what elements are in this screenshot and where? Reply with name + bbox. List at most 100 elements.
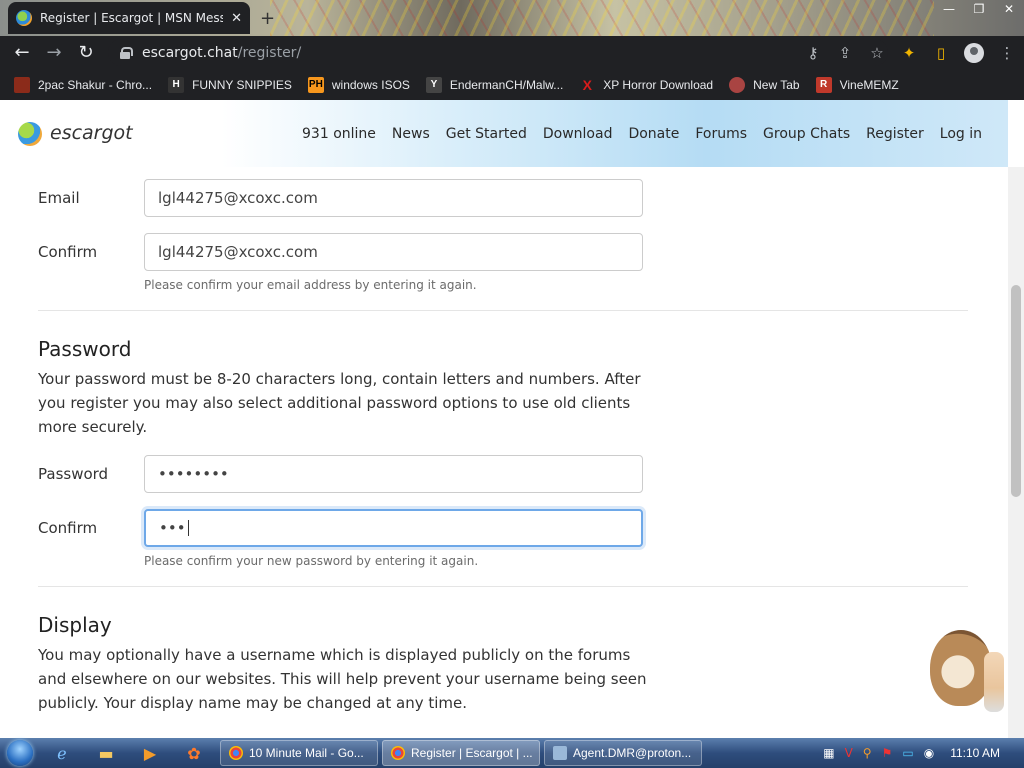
windows-taskbar: ℯ ▬ ▶ ✿ 10 Minute Mail - Go... Register … [0, 738, 1024, 768]
confirm-email-help: Please confirm your email address by ent… [144, 278, 477, 292]
display-description: You may optionally have a username which… [38, 646, 647, 712]
scrollbar-thumb[interactable] [1011, 285, 1021, 497]
bookmark-item[interactable]: 2pac Shakur - Chro... [14, 76, 152, 93]
close-window-icon[interactable]: ✕ [994, 0, 1024, 18]
bookmark-item[interactable]: R VineMEMZ [815, 76, 899, 93]
nav-news[interactable]: News [392, 126, 430, 142]
password-field[interactable]: •••••••• [144, 455, 643, 493]
star-icon[interactable]: ☆ [868, 44, 886, 62]
forward-arrow-icon[interactable]: → [38, 42, 70, 63]
bookmark-item[interactable]: Y EndermanCH/Malw... [425, 76, 563, 93]
close-tab-icon[interactable]: ✕ [231, 11, 242, 26]
bookmark-page-icon [14, 76, 30, 93]
tab-title: Register | Escargot | MSN Messe [40, 11, 224, 25]
profile-avatar-icon[interactable] [964, 42, 984, 63]
address-bar[interactable]: escargot.chat/register/ [108, 39, 888, 66]
email-label: Email [38, 189, 80, 207]
confirm-password-value: ••• [159, 519, 186, 537]
url-host: escargot.chat [142, 44, 238, 61]
password-row: Password •••••••• [38, 455, 643, 493]
taskbar-item-10-minute-mail[interactable]: 10 Minute Mail - Go... [220, 740, 378, 766]
bookmark-x-icon: X [582, 76, 592, 93]
key-icon[interactable]: ⚷ [804, 44, 822, 62]
nav-donate[interactable]: Donate [628, 126, 679, 142]
browser-tab-register[interactable]: Register | Escargot | MSN Messe ✕ [8, 2, 250, 34]
page-scrollbar[interactable] [1008, 167, 1024, 738]
extensions-puzzle-icon[interactable]: ✦ [900, 44, 918, 62]
site-logo[interactable]: escargot [50, 122, 133, 144]
nav-register[interactable]: Register [866, 126, 924, 142]
bookmark-item[interactable]: H FUNNY SNIPPIES [168, 76, 292, 93]
tray-search-icon[interactable]: ⚲ [863, 746, 872, 760]
desktop-hamster-mascot [924, 616, 1008, 716]
bookmarks-bar: 2pac Shakur - Chro... H FUNNY SNIPPIES PH… [0, 69, 1024, 100]
email-field[interactable]: lgl44275@xcoxc.com [144, 179, 643, 217]
menu-kebab-icon[interactable]: ⋮ [998, 44, 1016, 62]
taskbar-clock[interactable]: 11:10 AM [950, 746, 1000, 760]
confirm-email-field[interactable]: lgl44275@xcoxc.com [144, 233, 643, 271]
new-tab-icon [729, 76, 746, 93]
web-page: escargot 931 online News Get Started Dow… [0, 100, 1024, 738]
toolbar-actions: ⚷ ⇪ ☆ ✦ ▯ ⋮ [804, 36, 1016, 69]
system-tray: ▦ V ⚲ ⚑ ▭ ◉ 11:10 AM [823, 738, 1024, 768]
tray-v-icon[interactable]: V [845, 746, 853, 760]
nav-online-count[interactable]: 931 online [302, 126, 376, 142]
bookmark-h-icon: H [168, 76, 185, 93]
window-titlebar: Register | Escargot | MSN Messe ✕ + — ❐ … [0, 0, 1024, 36]
chrome-icon [229, 746, 243, 760]
bookmark-item[interactable]: PH windows ISOS [307, 76, 410, 93]
bookmark-y-icon: Y [425, 76, 442, 93]
internet-explorer-icon[interactable]: ℯ [40, 738, 84, 768]
bookmark-r-icon: R [815, 76, 832, 93]
chrome-icon [391, 746, 405, 760]
nav-get-started[interactable]: Get Started [446, 126, 527, 142]
minimize-icon[interactable]: — [934, 0, 964, 18]
file-explorer-icon[interactable]: ▬ [84, 738, 128, 768]
new-tab-button[interactable]: + [260, 8, 275, 29]
tray-flag-icon[interactable]: ⚑ [882, 746, 893, 760]
confirm-password-row: Confirm ••• [38, 509, 643, 547]
nav-forums[interactable]: Forums [695, 126, 747, 142]
window-app-icon [553, 746, 567, 760]
lock-icon[interactable] [120, 46, 133, 59]
share-icon[interactable]: ⇪ [836, 44, 854, 62]
reload-icon[interactable]: ↻ [70, 42, 102, 63]
nav-group-chats[interactable]: Group Chats [763, 126, 850, 142]
site-nav: 931 online News Get Started Download Don… [302, 126, 982, 142]
tray-app-icon[interactable]: ▦ [823, 746, 834, 760]
email-row: Email lgl44275@xcoxc.com [38, 179, 643, 217]
pinned-app-icon[interactable]: ✿ [172, 738, 216, 768]
tray-display-icon[interactable]: ▭ [902, 746, 913, 760]
taskbar-item-agent-dmr[interactable]: Agent.DMR@proton... [544, 740, 702, 766]
media-player-icon[interactable]: ▶ [128, 738, 172, 768]
url-path: /register/ [237, 44, 302, 61]
restore-icon[interactable]: ❐ [964, 0, 994, 18]
bookmark-ph-icon: PH [307, 76, 324, 93]
confirm-password-field[interactable]: ••• [144, 509, 643, 547]
confirm-password-help: Please confirm your new password by ente… [144, 554, 479, 568]
nav-log-in[interactable]: Log in [940, 126, 982, 142]
escargot-favicon-icon [16, 10, 32, 26]
password-label: Password [38, 465, 109, 483]
dancer-figure-icon [984, 652, 1004, 712]
back-arrow-icon[interactable]: ← [6, 42, 38, 63]
escargot-logo-icon[interactable] [18, 122, 42, 146]
nav-download[interactable]: Download [543, 126, 613, 142]
password-heading: Password [38, 337, 132, 361]
taskbar-item-register-escargot[interactable]: Register | Escargot | ... [382, 740, 540, 766]
bookmark-item[interactable]: X XP Horror Download [579, 76, 714, 93]
password-description: Your password must be 8-20 characters lo… [38, 370, 641, 436]
confirm-email-label: Confirm [38, 243, 98, 261]
start-button[interactable] [0, 738, 40, 768]
text-cursor-icon [187, 520, 189, 536]
confirm-password-label: Confirm [38, 519, 98, 537]
section-divider [38, 586, 968, 587]
tray-volume-icon[interactable]: ◉ [924, 746, 934, 760]
side-panel-icon[interactable]: ▯ [932, 44, 950, 62]
display-heading: Display [38, 613, 112, 637]
confirm-email-row: Confirm lgl44275@xcoxc.com [38, 233, 643, 271]
browser-toolbar: ← → ↻ escargot.chat/register/ ⚷ ⇪ ☆ ✦ ▯ … [0, 36, 1024, 69]
hamster-icon [930, 630, 992, 706]
bookmark-item[interactable]: New Tab [729, 76, 800, 93]
window-controls: — ❐ ✕ [934, 0, 1024, 18]
